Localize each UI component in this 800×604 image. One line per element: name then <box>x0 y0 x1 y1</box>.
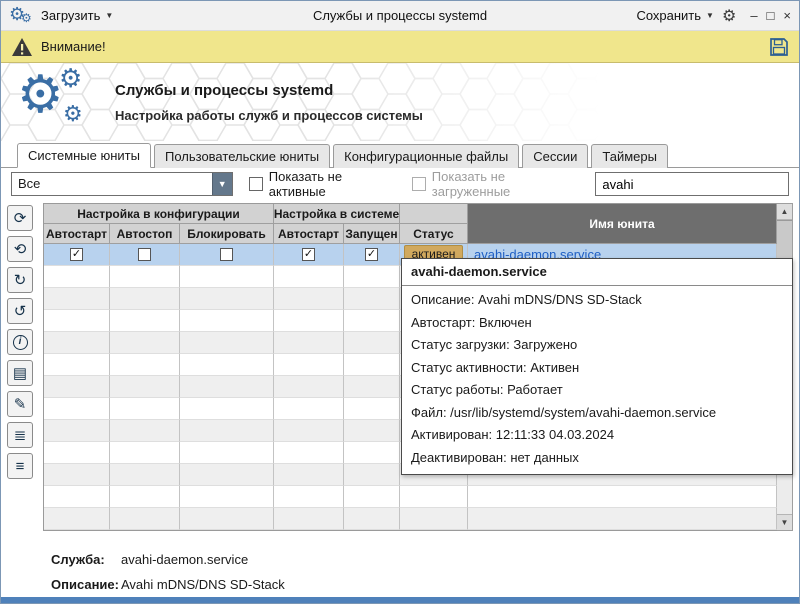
load-button[interactable]: Загрузить ▼ <box>41 8 113 23</box>
page-subtitle: Настройка работы служб и процессов систе… <box>115 108 423 123</box>
journal-icon: ≣ <box>14 428 27 443</box>
show-unloaded-checkbox[interactable]: Показать не загруженные <box>412 169 580 199</box>
show-inactive-checkbox[interactable]: Показать не активные <box>249 169 396 199</box>
table-row[interactable] <box>44 486 777 508</box>
group-header-config: Настройка в конфигурации <box>44 204 274 224</box>
refresh-icon: ⟳ <box>14 211 27 226</box>
tooltip-line: Статус загрузки: Загружено <box>402 334 792 357</box>
tooltip-line: Деактивирован: нет данных <box>402 447 792 470</box>
minimize-button[interactable]: – <box>750 9 757 22</box>
checkbox-box[interactable] <box>249 177 263 191</box>
app-gears-icon: ⚙ ⚙ <box>9 5 33 27</box>
group-header-empty <box>400 204 468 224</box>
hero-header: ⚙ ⚙ ⚙ Службы и процессы systemd Настройк… <box>1 63 799 141</box>
restart-button[interactable]: ⟲ <box>7 236 33 262</box>
tooltip-line: Статус активности: Активен <box>402 357 792 380</box>
redo-icon: ↻ <box>14 273 27 288</box>
unit-tooltip: avahi-daemon.service Описание: Avahi mDN… <box>401 258 793 475</box>
app-window: ⚙ ⚙ Загрузить ▼ Службы и процессы system… <box>0 0 800 604</box>
save-button-label: Сохранить <box>636 8 701 23</box>
save-button[interactable]: Сохранить ▼ <box>636 8 714 23</box>
left-toolbar: ⟳ ⟲ ↻ ↺ i ▤ ✎ ≣ ≡ <box>7 203 41 539</box>
maximize-button[interactable]: □ <box>767 9 775 22</box>
load-button-label: Загрузить <box>41 8 100 23</box>
caret-down-icon: ▼ <box>706 11 714 20</box>
floppy-disk-icon <box>769 37 789 57</box>
chevron-down-icon[interactable]: ▼ <box>212 173 232 195</box>
autostop-checkbox[interactable] <box>138 248 151 261</box>
autostart-config-checkbox[interactable]: ✓ <box>70 248 83 261</box>
tooltip-line: Статус работы: Работает <box>402 379 792 402</box>
scroll-down-button[interactable]: ▼ <box>777 514 792 530</box>
running-checkbox[interactable]: ✓ <box>365 248 378 261</box>
table-header: Настройка в конфигурации Настройка в сис… <box>44 204 777 244</box>
undo-button[interactable]: ↺ <box>7 298 33 324</box>
window-title: Службы и процессы systemd <box>219 8 581 23</box>
info-button[interactable]: i <box>7 329 33 355</box>
window-controls: – □ × <box>750 9 791 22</box>
tab-system-units[interactable]: Системные юниты <box>17 143 151 168</box>
column-header-autostart-system[interactable]: Автостарт <box>274 224 344 244</box>
filter-bar: Все ▼ Показать не активные Показать не з… <box>1 168 799 200</box>
tooltip-line: Активирован: 12:11:33 04.03.2024 <box>402 424 792 447</box>
column-header-block[interactable]: Блокировать <box>180 224 274 244</box>
journal-button[interactable]: ≣ <box>7 422 33 448</box>
log-file-icon: ▤ <box>13 366 27 381</box>
restart-icon: ⟲ <box>14 242 27 257</box>
tab-config-files[interactable]: Конфигурационные файлы <box>333 144 519 168</box>
dropdown-selected-value: Все <box>12 173 212 195</box>
progress-bar <box>1 597 799 604</box>
edit-file-button[interactable]: ✎ <box>7 391 33 417</box>
tooltip-line: Автостарт: Включен <box>402 312 792 335</box>
column-header-unit-name[interactable]: Имя юнита <box>468 204 777 244</box>
table-zone: Настройка в конфигурации Настройка в сис… <box>43 203 793 531</box>
group-header-system: Настройка в системе <box>274 204 400 224</box>
undo-icon: ↺ <box>14 304 27 319</box>
service-label: Служба: <box>51 547 121 572</box>
tooltip-line: Файл: /usr/lib/systemd/system/avahi-daem… <box>402 402 792 425</box>
titlebar: ⚙ ⚙ Загрузить ▼ Службы и процессы system… <box>1 1 799 31</box>
status-footer: Служба: avahi-daemon.service Описание: A… <box>1 539 799 597</box>
service-value: avahi-daemon.service <box>121 547 248 572</box>
log-file-button[interactable]: ▤ <box>7 360 33 386</box>
block-checkbox[interactable] <box>220 248 233 261</box>
info-icon: i <box>13 335 28 350</box>
unit-list-icon: ≡ <box>16 459 25 474</box>
main-area: ⟳ ⟲ ↻ ↺ i ▤ ✎ ≣ ≡ Настройка в конфигурац… <box>1 200 799 539</box>
warning-bar: Внимание! <box>1 31 799 63</box>
checkbox-label: Показать не активные <box>269 169 396 199</box>
redo-button[interactable]: ↻ <box>7 267 33 293</box>
column-header-status[interactable]: Статус <box>400 224 468 244</box>
tab-bar: Системные юниты Пользовательские юниты К… <box>1 141 799 168</box>
unit-filter-dropdown[interactable]: Все ▼ <box>11 172 233 196</box>
tab-sessions[interactable]: Сессии <box>522 144 588 168</box>
column-header-autostart-config[interactable]: Автостарт <box>44 224 110 244</box>
description-value: Avahi mDNS/DNS SD-Stack <box>121 572 285 597</box>
search-input[interactable] <box>595 172 789 196</box>
tab-timers[interactable]: Таймеры <box>591 144 668 168</box>
warning-text: Внимание! <box>41 39 106 54</box>
warning-triangle-icon <box>11 37 33 57</box>
hero-gears-icon: ⚙ ⚙ ⚙ <box>17 69 95 135</box>
description-label: Описание: <box>51 572 121 597</box>
tooltip-title: avahi-daemon.service <box>402 259 792 286</box>
settings-gear-button[interactable]: ⚙ <box>722 6 736 26</box>
column-header-autostop[interactable]: Автостоп <box>110 224 180 244</box>
autostart-system-checkbox[interactable]: ✓ <box>302 248 315 261</box>
refresh-button[interactable]: ⟳ <box>7 205 33 231</box>
edit-file-icon: ✎ <box>14 397 27 412</box>
tooltip-line: Описание: Avahi mDNS/DNS SD-Stack <box>402 289 792 312</box>
unit-list-button[interactable]: ≡ <box>7 453 33 479</box>
checkbox-box[interactable] <box>412 177 426 191</box>
scroll-up-button[interactable]: ▲ <box>777 204 792 220</box>
save-file-button[interactable] <box>769 37 789 57</box>
page-title: Службы и процессы systemd <box>115 82 423 99</box>
column-header-running[interactable]: Запущен <box>344 224 400 244</box>
table-row[interactable] <box>44 508 777 530</box>
close-button[interactable]: × <box>783 9 791 22</box>
tab-user-units[interactable]: Пользовательские юниты <box>154 144 330 168</box>
caret-down-icon: ▼ <box>105 11 113 20</box>
checkbox-label: Показать не загруженные <box>432 169 580 199</box>
